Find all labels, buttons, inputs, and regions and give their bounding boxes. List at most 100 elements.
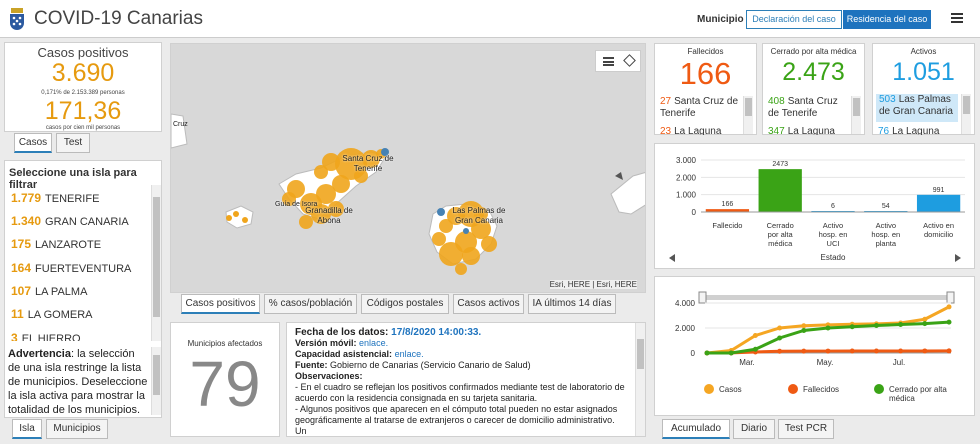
tab-casos[interactable]: Casos <box>14 133 52 153</box>
fallecidos-panel: Fallecidos 166 27 Santa Cruz de Tenerife … <box>654 43 757 135</box>
legend-label: Cerrado por alta <box>889 385 947 394</box>
activos-scrollbar[interactable] <box>961 94 971 134</box>
series-point <box>825 325 831 331</box>
data-label: 2473 <box>772 161 788 168</box>
app-title: COVID-19 Canarias <box>34 8 203 29</box>
data-label: 6 <box>831 203 835 210</box>
list-item[interactable]: 347 La Laguna <box>768 126 848 135</box>
x-axis-title: Estado <box>821 253 846 262</box>
tab-pct-casos[interactable]: % casos/población <box>264 294 357 314</box>
island-scrollbar[interactable] <box>151 185 161 341</box>
list-item[interactable]: 503 Las Palmas de Gran Canaria <box>876 94 958 122</box>
series-point <box>777 325 783 331</box>
list-item[interactable]: 11 LA GOMERA <box>11 303 92 325</box>
menu-icon[interactable] <box>951 13 963 23</box>
tab-municipios[interactable]: Municipios <box>46 419 108 439</box>
legend-swatch <box>704 384 714 394</box>
map-canvas[interactable] <box>171 44 646 293</box>
list-item[interactable]: 76 La Laguna <box>878 126 958 135</box>
series-point <box>873 348 879 354</box>
list-item[interactable]: 107 LA PALMA <box>11 280 87 302</box>
series-point <box>704 350 710 356</box>
x-tick-label: Fallecido <box>712 221 742 230</box>
toggle-label: Municipio <box>697 14 744 25</box>
series-point <box>777 348 783 354</box>
list-item[interactable]: 27 Santa Cruz de Tenerife <box>660 96 740 120</box>
y-tick-label: 4.000 <box>675 299 696 308</box>
x-tick-label: por alta <box>768 230 794 239</box>
tab-isla[interactable]: Isla <box>12 419 42 439</box>
list-item[interactable]: 23 La Laguna <box>660 126 740 135</box>
movil-link[interactable]: enlace. <box>359 338 388 348</box>
x-tick-label: Activo <box>876 221 896 230</box>
series-point <box>825 348 831 354</box>
fallecidos-value: 166 <box>679 56 732 91</box>
x-tick-label: UCI <box>827 239 840 248</box>
series-point <box>922 316 928 322</box>
x-tick-label: domicilio <box>924 230 953 239</box>
info-scrollbar[interactable] <box>635 323 645 436</box>
x-tick-label: hosp. en <box>871 230 900 239</box>
series-point <box>849 348 855 354</box>
series-point <box>801 328 807 333</box>
list-item[interactable]: 164 FUERTEVENTURA <box>11 257 131 279</box>
capacidad-link[interactable]: enlace. <box>395 349 424 359</box>
y-tick-label: 3.000 <box>676 156 697 165</box>
residencia-button[interactable]: Residencia del caso <box>843 10 931 29</box>
x-tick-label: Cerrado <box>767 221 794 230</box>
bar <box>916 194 961 212</box>
map-tools <box>595 50 641 72</box>
list-item[interactable]: 408 Santa Cruz de Tenerife <box>768 96 848 120</box>
list-item[interactable]: 175 LANZAROTE <box>11 233 101 255</box>
chart-prev-icon[interactable] <box>669 254 675 262</box>
legend-label: Fallecidos <box>803 385 839 394</box>
chart-next-icon[interactable] <box>955 254 961 262</box>
y-tick-label: 2.000 <box>676 173 697 182</box>
series-point <box>873 323 879 328</box>
evolucion-line-chart: 4.000 2.000 0 Mar. May. Jul. Casos Fallecidos Ce… <box>675 291 955 403</box>
activos-panel: Activos 1.051 503 Las Palmas de Gran Cana… <box>872 43 975 135</box>
municipios-panel: Municipios afectados 79 <box>170 322 280 437</box>
tab-acumulado[interactable]: Acumulado <box>662 419 730 439</box>
cerrado-scrollbar[interactable] <box>851 96 861 134</box>
x-tick-label: May. <box>817 358 834 367</box>
municipios-value: 79 <box>189 348 261 420</box>
tab-test-pcr[interactable]: Test PCR <box>778 419 834 439</box>
map-attribution: Esri, HERE | Esri, HERE <box>549 280 637 289</box>
map-label-las-palmas: Las Palmas de Gran Canaria <box>452 206 506 225</box>
data-label: 991 <box>933 187 945 194</box>
series-point <box>777 335 783 341</box>
fallecidos-scrollbar[interactable] <box>743 96 753 134</box>
tab-casos-activos[interactable]: Casos activos <box>453 294 524 314</box>
layers-icon[interactable] <box>623 54 636 67</box>
island-panel: Seleccione una isla para filtrar 1.779 TE… <box>4 160 162 418</box>
y-tick-label: 0 <box>691 349 696 358</box>
tab-test[interactable]: Test <box>56 133 90 153</box>
x-tick-label: planta <box>876 239 897 248</box>
list-item[interactable]: 3 EL HIERRO <box>11 327 81 341</box>
list-item[interactable]: 1.779 TENERIFE <box>11 187 99 209</box>
map-panel[interactable]: Santa Cruz de Tenerife Guía de Isora Gra… <box>170 43 646 293</box>
tab-diario[interactable]: Diario <box>733 419 775 439</box>
x-tick-label: hosp. en <box>819 230 848 239</box>
series-point <box>922 348 928 354</box>
x-tick-label: Activo en <box>923 221 954 230</box>
range-handle-right <box>946 291 955 304</box>
tab-codigos-postales[interactable]: Códigos postales <box>361 294 449 314</box>
warning-scrollbar[interactable] <box>151 347 161 415</box>
evolucion-chart-panel: 4.000 2.000 0 Mar. May. Jul. Casos Fallecidos Ce… <box>654 276 975 416</box>
casos-rate-label: casos por cien mil personas <box>45 125 121 131</box>
y-tick-label: 2.000 <box>675 324 696 333</box>
series-point <box>752 346 758 352</box>
app-header: COVID-19 Canarias Municipio Declaración … <box>0 0 980 38</box>
list-icon[interactable] <box>603 57 614 66</box>
map-label-granadilla: Granadilla de Abona <box>305 206 353 225</box>
tab-casos-positivos[interactable]: Casos positivos <box>181 294 260 314</box>
legend-label: médica <box>889 394 915 403</box>
fecha-value: 17/8/2020 14:00:33. <box>391 327 482 338</box>
list-item[interactable]: 1.340 GRAN CANARIA <box>11 210 129 232</box>
casos-value: 3.690 <box>51 59 115 87</box>
casos-panel: Casos positivos 3.690 0,171% de 2.153.38… <box>4 42 162 132</box>
declaracion-button[interactable]: Declaración del caso <box>746 10 842 29</box>
tab-ia-14-dias[interactable]: IA últimos 14 días <box>528 294 616 314</box>
